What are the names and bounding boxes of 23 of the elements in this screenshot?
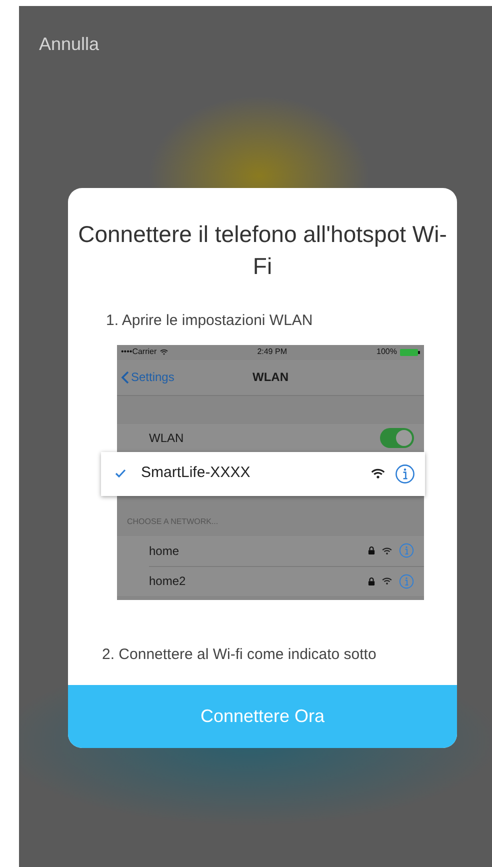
network-row[interactable]: home — [149, 536, 424, 566]
wifi-icon — [160, 349, 168, 355]
dialog-title: Connettere il telefono all'hotspot Wi-Fi — [77, 220, 448, 281]
carrier-text: ••••Carrier — [121, 346, 157, 358]
network-name: home2 — [149, 573, 186, 590]
wifi-icon — [382, 577, 392, 585]
step-text: 2. Connettere al Wi-fi come indicato sotto — [102, 644, 378, 664]
network-row[interactable]: SmartLife-XXXX — [101, 452, 425, 496]
battery-text: 100% — [376, 346, 397, 358]
time-text: 2:49 PM — [257, 346, 287, 358]
network-name: home — [149, 542, 180, 560]
row-label: WLAN — [149, 430, 184, 446]
cancel-button[interactable]: Annulla — [39, 31, 100, 58]
toggle-switch[interactable] — [380, 428, 414, 448]
info-icon[interactable] — [395, 464, 415, 484]
battery-icon — [400, 348, 420, 356]
wifi-icon — [371, 468, 385, 479]
network-row[interactable]: home2 — [149, 566, 424, 596]
nav-title: WLAN — [252, 369, 288, 386]
step-text: 1. Aprire le impostazioni WLAN — [106, 311, 314, 331]
network-name: SmartLife-XXXX — [141, 463, 250, 484]
wifi-icon — [382, 546, 392, 554]
back-chevron-icon — [121, 370, 129, 384]
